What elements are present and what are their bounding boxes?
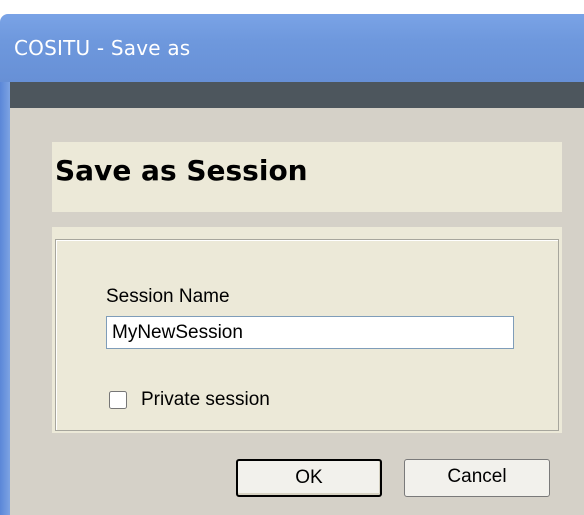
private-session-label[interactable]: Private session (141, 389, 270, 411)
window-title: COSITU - Save as (14, 36, 191, 60)
save-as-dialog: COSITU - Save as Save as Session Session… (0, 0, 584, 515)
form-panel: Session Name Private session (52, 227, 562, 433)
cancel-button[interactable]: Cancel (404, 459, 550, 497)
title-bar[interactable]: COSITU - Save as (0, 14, 584, 82)
toolbar-band (10, 82, 584, 108)
ok-button[interactable]: OK (236, 459, 382, 497)
header-panel: Save as Session (52, 142, 562, 212)
session-name-label: Session Name (106, 286, 230, 307)
private-session-checkbox[interactable] (109, 391, 127, 409)
session-form-group: Session Name Private session (55, 239, 559, 431)
private-session-row[interactable]: Private session (109, 388, 270, 412)
session-name-input[interactable] (106, 316, 514, 349)
page-title: Save as Session (55, 154, 308, 187)
window-left-border (0, 82, 10, 515)
